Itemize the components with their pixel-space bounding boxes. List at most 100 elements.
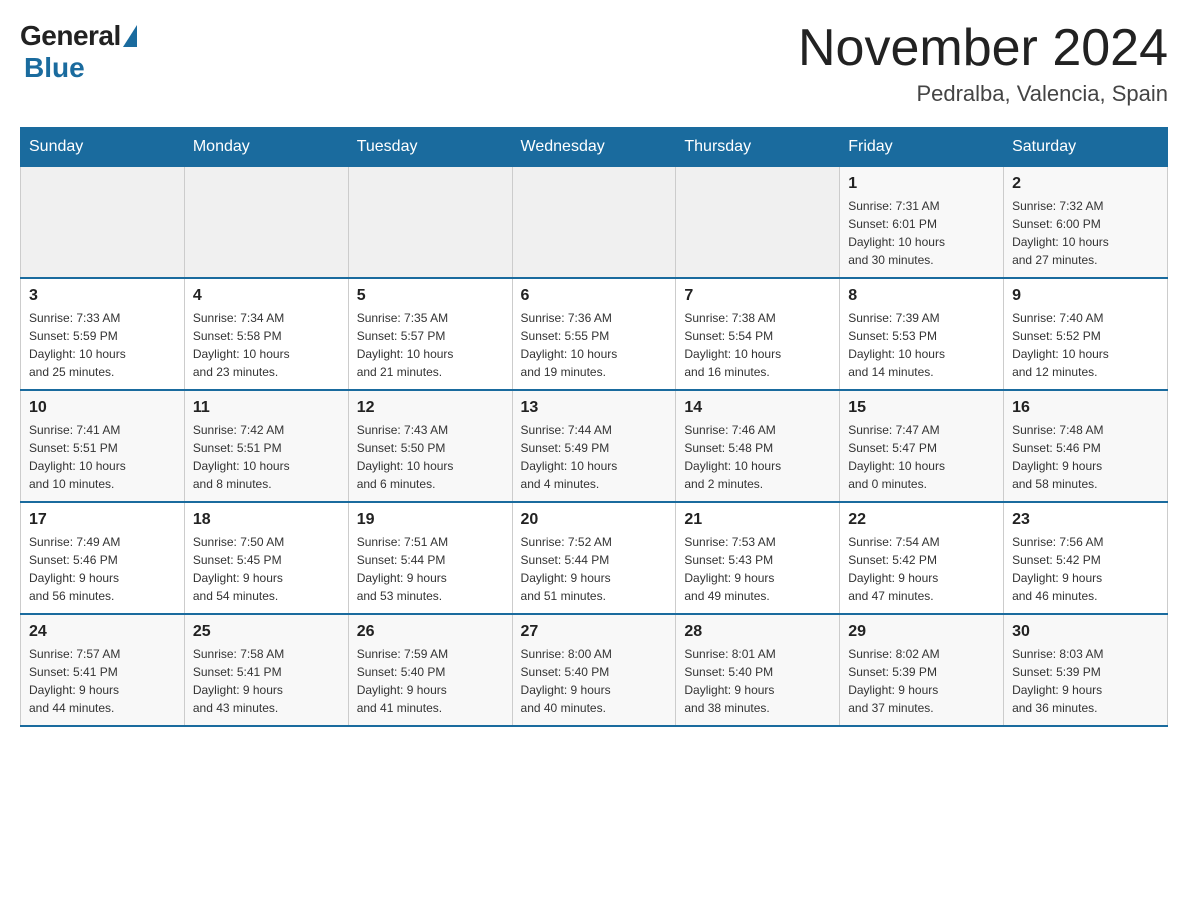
calendar-cell: 3 Sunrise: 7:33 AM Sunset: 5:59 PM Daylig… [21, 278, 185, 390]
title-section: November 2024 Pedralba, Valencia, Spain [798, 20, 1168, 107]
day-number: 15 [848, 399, 995, 417]
day-number: 25 [193, 623, 340, 641]
day-info: Sunrise: 7:42 AM Sunset: 5:51 PM Dayligh… [193, 421, 340, 493]
day-info: Sunrise: 7:50 AM Sunset: 5:45 PM Dayligh… [193, 533, 340, 605]
calendar-cell: 15 Sunrise: 7:47 AM Sunset: 5:47 PM Dayli… [840, 390, 1004, 502]
day-number: 26 [357, 623, 504, 641]
page-header: General Blue November 2024 Pedralba, Val… [20, 20, 1168, 107]
day-number: 20 [521, 511, 668, 529]
day-info: Sunrise: 7:51 AM Sunset: 5:44 PM Dayligh… [357, 533, 504, 605]
day-info: Sunrise: 7:36 AM Sunset: 5:55 PM Dayligh… [521, 309, 668, 381]
day-info: Sunrise: 7:40 AM Sunset: 5:52 PM Dayligh… [1012, 309, 1159, 381]
weekday-header-friday: Friday [840, 128, 1004, 167]
day-number: 10 [29, 399, 176, 417]
day-info: Sunrise: 7:48 AM Sunset: 5:46 PM Dayligh… [1012, 421, 1159, 493]
day-number: 9 [1012, 287, 1159, 305]
day-number: 2 [1012, 175, 1159, 193]
day-info: Sunrise: 7:58 AM Sunset: 5:41 PM Dayligh… [193, 645, 340, 717]
calendar-week-row: 10 Sunrise: 7:41 AM Sunset: 5:51 PM Dayli… [21, 390, 1168, 502]
calendar-week-row: 1 Sunrise: 7:31 AM Sunset: 6:01 PM Daylig… [21, 167, 1168, 279]
day-info: Sunrise: 7:43 AM Sunset: 5:50 PM Dayligh… [357, 421, 504, 493]
calendar-cell: 21 Sunrise: 7:53 AM Sunset: 5:43 PM Dayli… [676, 502, 840, 614]
day-number: 17 [29, 511, 176, 529]
day-info: Sunrise: 7:59 AM Sunset: 5:40 PM Dayligh… [357, 645, 504, 717]
day-info: Sunrise: 7:39 AM Sunset: 5:53 PM Dayligh… [848, 309, 995, 381]
day-info: Sunrise: 7:46 AM Sunset: 5:48 PM Dayligh… [684, 421, 831, 493]
weekday-header-monday: Monday [184, 128, 348, 167]
day-info: Sunrise: 7:52 AM Sunset: 5:44 PM Dayligh… [521, 533, 668, 605]
day-number: 1 [848, 175, 995, 193]
day-number: 28 [684, 623, 831, 641]
day-number: 12 [357, 399, 504, 417]
weekday-header-tuesday: Tuesday [348, 128, 512, 167]
calendar-cell: 13 Sunrise: 7:44 AM Sunset: 5:49 PM Dayli… [512, 390, 676, 502]
calendar-week-row: 24 Sunrise: 7:57 AM Sunset: 5:41 PM Dayli… [21, 614, 1168, 726]
calendar-table: SundayMondayTuesdayWednesdayThursdayFrid… [20, 127, 1168, 727]
day-info: Sunrise: 7:34 AM Sunset: 5:58 PM Dayligh… [193, 309, 340, 381]
calendar-cell [348, 167, 512, 279]
day-info: Sunrise: 7:49 AM Sunset: 5:46 PM Dayligh… [29, 533, 176, 605]
month-title: November 2024 [798, 20, 1168, 77]
day-number: 3 [29, 287, 176, 305]
calendar-cell: 20 Sunrise: 7:52 AM Sunset: 5:44 PM Dayli… [512, 502, 676, 614]
logo-general-text: General [20, 20, 121, 52]
calendar-cell: 24 Sunrise: 7:57 AM Sunset: 5:41 PM Dayli… [21, 614, 185, 726]
day-info: Sunrise: 7:41 AM Sunset: 5:51 PM Dayligh… [29, 421, 176, 493]
day-number: 29 [848, 623, 995, 641]
calendar-cell: 27 Sunrise: 8:00 AM Sunset: 5:40 PM Dayli… [512, 614, 676, 726]
calendar-cell: 10 Sunrise: 7:41 AM Sunset: 5:51 PM Dayli… [21, 390, 185, 502]
calendar-cell [676, 167, 840, 279]
day-info: Sunrise: 7:54 AM Sunset: 5:42 PM Dayligh… [848, 533, 995, 605]
day-info: Sunrise: 8:02 AM Sunset: 5:39 PM Dayligh… [848, 645, 995, 717]
day-info: Sunrise: 7:32 AM Sunset: 6:00 PM Dayligh… [1012, 197, 1159, 269]
day-number: 22 [848, 511, 995, 529]
calendar-cell: 8 Sunrise: 7:39 AM Sunset: 5:53 PM Daylig… [840, 278, 1004, 390]
calendar-cell [512, 167, 676, 279]
calendar-cell: 2 Sunrise: 7:32 AM Sunset: 6:00 PM Daylig… [1004, 167, 1168, 279]
calendar-cell: 9 Sunrise: 7:40 AM Sunset: 5:52 PM Daylig… [1004, 278, 1168, 390]
day-info: Sunrise: 8:01 AM Sunset: 5:40 PM Dayligh… [684, 645, 831, 717]
day-number: 19 [357, 511, 504, 529]
day-number: 21 [684, 511, 831, 529]
day-info: Sunrise: 7:44 AM Sunset: 5:49 PM Dayligh… [521, 421, 668, 493]
logo-triangle-icon [123, 25, 137, 47]
calendar-week-row: 17 Sunrise: 7:49 AM Sunset: 5:46 PM Dayli… [21, 502, 1168, 614]
calendar-cell: 18 Sunrise: 7:50 AM Sunset: 5:45 PM Dayli… [184, 502, 348, 614]
calendar-cell: 6 Sunrise: 7:36 AM Sunset: 5:55 PM Daylig… [512, 278, 676, 390]
day-number: 11 [193, 399, 340, 417]
day-number: 18 [193, 511, 340, 529]
day-number: 24 [29, 623, 176, 641]
day-info: Sunrise: 7:47 AM Sunset: 5:47 PM Dayligh… [848, 421, 995, 493]
weekday-header-saturday: Saturday [1004, 128, 1168, 167]
day-info: Sunrise: 8:00 AM Sunset: 5:40 PM Dayligh… [521, 645, 668, 717]
day-info: Sunrise: 8:03 AM Sunset: 5:39 PM Dayligh… [1012, 645, 1159, 717]
calendar-cell: 4 Sunrise: 7:34 AM Sunset: 5:58 PM Daylig… [184, 278, 348, 390]
day-info: Sunrise: 7:53 AM Sunset: 5:43 PM Dayligh… [684, 533, 831, 605]
calendar-cell: 16 Sunrise: 7:48 AM Sunset: 5:46 PM Dayli… [1004, 390, 1168, 502]
day-info: Sunrise: 7:57 AM Sunset: 5:41 PM Dayligh… [29, 645, 176, 717]
calendar-cell: 25 Sunrise: 7:58 AM Sunset: 5:41 PM Dayli… [184, 614, 348, 726]
weekday-header-sunday: Sunday [21, 128, 185, 167]
day-number: 16 [1012, 399, 1159, 417]
day-number: 13 [521, 399, 668, 417]
day-number: 4 [193, 287, 340, 305]
day-info: Sunrise: 7:38 AM Sunset: 5:54 PM Dayligh… [684, 309, 831, 381]
day-info: Sunrise: 7:31 AM Sunset: 6:01 PM Dayligh… [848, 197, 995, 269]
weekday-header-thursday: Thursday [676, 128, 840, 167]
day-number: 23 [1012, 511, 1159, 529]
calendar-cell: 26 Sunrise: 7:59 AM Sunset: 5:40 PM Dayli… [348, 614, 512, 726]
calendar-cell: 1 Sunrise: 7:31 AM Sunset: 6:01 PM Daylig… [840, 167, 1004, 279]
weekday-header-row: SundayMondayTuesdayWednesdayThursdayFrid… [21, 128, 1168, 167]
day-number: 27 [521, 623, 668, 641]
calendar-cell: 22 Sunrise: 7:54 AM Sunset: 5:42 PM Dayli… [840, 502, 1004, 614]
day-info: Sunrise: 7:33 AM Sunset: 5:59 PM Dayligh… [29, 309, 176, 381]
day-number: 7 [684, 287, 831, 305]
day-number: 8 [848, 287, 995, 305]
calendar-cell: 14Sunrise: 7:46 AM Sunset: 5:48 PM Dayli… [676, 390, 840, 502]
calendar-cell: 23 Sunrise: 7:56 AM Sunset: 5:42 PM Dayli… [1004, 502, 1168, 614]
day-number: 30 [1012, 623, 1159, 641]
calendar-week-row: 3 Sunrise: 7:33 AM Sunset: 5:59 PM Daylig… [21, 278, 1168, 390]
day-number: 5 [357, 287, 504, 305]
day-number: 6 [521, 287, 668, 305]
day-info: Sunrise: 7:56 AM Sunset: 5:42 PM Dayligh… [1012, 533, 1159, 605]
